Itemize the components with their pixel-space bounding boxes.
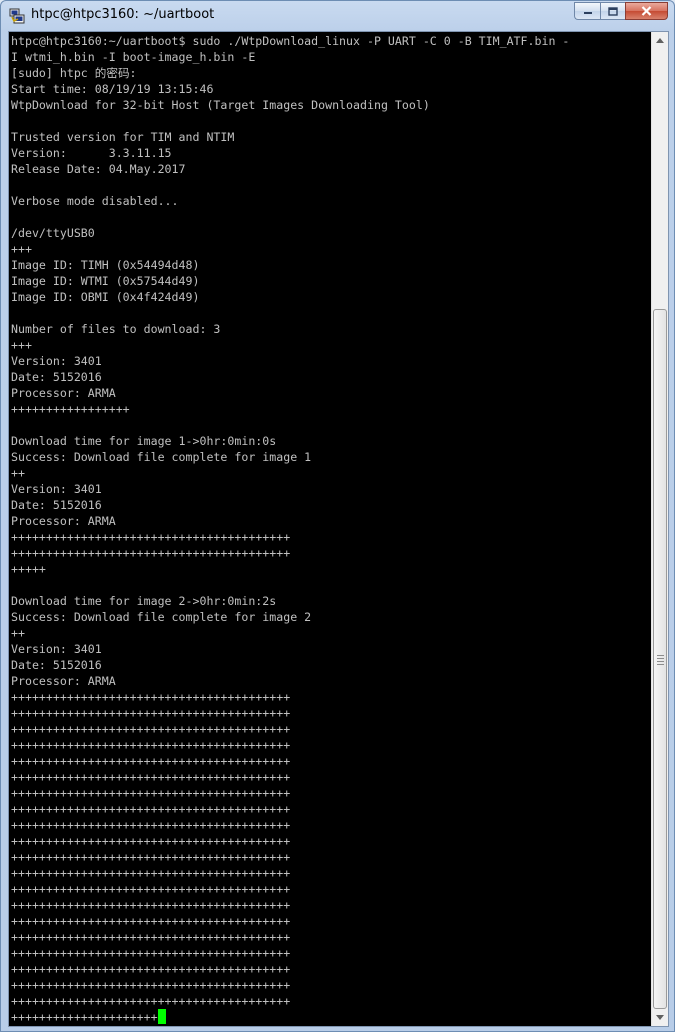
terminal-line: Date: 5152016 — [11, 498, 102, 512]
terminal-line: I wtmi_h.bin -I boot-image_h.bin -E — [11, 50, 256, 64]
grip-icon — [657, 655, 664, 667]
arrow-down-icon — [656, 1015, 664, 1020]
scroll-down-button[interactable] — [652, 1009, 668, 1026]
terminal-line: ++++++++++++++++++++++++++++++++++++++++ — [11, 722, 291, 736]
terminal-line: ++++++++++++++++++++++++++++++++++++++++ — [11, 786, 291, 800]
scroll-up-button[interactable] — [652, 32, 668, 49]
terminal-line: Image ID: TIMH (0x54494d48) — [11, 258, 200, 272]
terminal-line: ++++++++++++++++++++++++++++++++++++++++ — [11, 530, 291, 544]
terminal-line: ++++++++++++++++++++++++++++++++++++++++ — [11, 770, 291, 784]
terminal-line: Version: 3.3.11.15 — [11, 146, 172, 160]
terminal-line: ++++++++++++++++++++++++++++++++++++++++ — [11, 898, 291, 912]
terminal-line: ++ — [11, 626, 25, 640]
terminal-line: ++++++++++++++++++++++++++++++++++++++++ — [11, 690, 291, 704]
terminal-line: ++++++++++++++++++++++++++++++++++++++++ — [11, 978, 291, 992]
terminal-line: +++++ — [11, 562, 46, 576]
terminal-line: Version: 3401 — [11, 354, 102, 368]
terminal-line: Processor: ARMA — [11, 386, 116, 400]
terminal-window: htpc@htpc3160: ~/uartboot htpc@htpc3160:… — [0, 0, 675, 1032]
terminal-frame: htpc@htpc3160:~/uartboot$ sudo ./WtpDown… — [8, 31, 669, 1027]
terminal-line: Date: 5152016 — [11, 658, 102, 672]
terminal-line: ++++++++++++++++++++++++++++++++++++++++ — [11, 962, 291, 976]
caption-buttons — [574, 2, 668, 21]
window-title: htpc@htpc3160: ~/uartboot — [31, 7, 215, 22]
terminal-line: ++++++++++++++++++++++++++++++++++++++++ — [11, 994, 291, 1008]
terminal-line: [sudo] htpc 的密码: — [11, 66, 137, 80]
close-button[interactable] — [625, 2, 668, 20]
vertical-scrollbar[interactable] — [651, 32, 668, 1026]
terminal-line: Success: Download file complete for imag… — [11, 450, 312, 464]
title-bar[interactable]: htpc@htpc3160: ~/uartboot — [1, 1, 674, 31]
arrow-up-icon — [656, 38, 664, 43]
terminal-line: Image ID: WTMI (0x57544d49) — [11, 274, 200, 288]
terminal-line: ++++++++++++++++++++++++++++++++++++++++ — [11, 546, 291, 560]
terminal-line: ++++++++++++++++++++++++++++++++++++++++ — [11, 866, 291, 880]
terminal-line: Verbose mode disabled... — [11, 194, 179, 208]
terminal-line: Download time for image 2->0hr:0min:2s — [11, 594, 277, 608]
terminal-line: Download time for image 1->0hr:0min:0s — [11, 434, 277, 448]
terminal-line: +++++++++++++++++ — [11, 402, 130, 416]
terminal-line: ++++++++++++++++++++++++++++++++++++++++ — [11, 850, 291, 864]
terminal-line: Processor: ARMA — [11, 674, 116, 688]
close-icon — [641, 6, 652, 16]
terminal-line: +++ — [11, 338, 32, 352]
terminal-line: htpc@htpc3160:~/uartboot$ sudo ./WtpDown… — [11, 34, 570, 48]
terminal-line: ++++++++++++++++++++++++++++++++++++++++ — [11, 930, 291, 944]
terminal-line: Version: 3401 — [11, 642, 102, 656]
terminal-line: ++++++++++++++++++++++++++++++++++++++++ — [11, 914, 291, 928]
terminal-line: /dev/ttyUSB0 — [11, 226, 95, 240]
terminal-line: Date: 5152016 — [11, 370, 102, 384]
terminal-line: Number of files to download: 3 — [11, 322, 221, 336]
terminal-line: ++++++++++++++++++++++++++++++++++++++++ — [11, 738, 291, 752]
terminal-output[interactable]: htpc@htpc3160:~/uartboot$ sudo ./WtpDown… — [10, 32, 651, 1026]
terminal-line: ++++++++++++++++++++++++++++++++++++++++ — [11, 946, 291, 960]
terminal-line: Success: Download file complete for imag… — [11, 610, 312, 624]
maximize-button[interactable] — [600, 2, 625, 20]
terminal-line: Start time: 08/19/19 13:15:46 — [11, 82, 214, 96]
cursor — [157, 1009, 166, 1024]
terminal-line: ++++++++++++++++++++++++++++++++++++++++ — [11, 882, 291, 896]
terminal-line: ++++++++++++++++++++++++++++++++++++++++ — [11, 706, 291, 720]
terminal-line: ++++++++++++++++++++++++++++++++++++++++ — [11, 834, 291, 848]
terminal-line: ++++++++++++++++++++++++++++++++++++++++ — [11, 818, 291, 832]
maximize-icon — [608, 6, 618, 16]
terminal-line: +++ — [11, 242, 32, 256]
putty-icon[interactable] — [9, 8, 25, 24]
terminal-line: +++++++++++++++++++++ — [11, 1009, 166, 1025]
terminal-line: ++++++++++++++++++++++++++++++++++++++++ — [11, 802, 291, 816]
terminal-line: Processor: ARMA — [11, 514, 116, 528]
terminal-line: ++++++++++++++++++++++++++++++++++++++++ — [11, 754, 291, 768]
minimize-icon — [583, 12, 592, 14]
terminal-line: Release Date: 04.May.2017 — [11, 162, 186, 176]
terminal-line: ++ — [11, 466, 25, 480]
terminal-line: Trusted version for TIM and NTIM — [11, 130, 235, 144]
terminal-line: Image ID: OBMI (0x4f424d49) — [11, 290, 200, 304]
minimize-button[interactable] — [574, 2, 600, 20]
terminal-line: WtpDownload for 32-bit Host (Target Imag… — [11, 98, 430, 112]
terminal-line: Version: 3401 — [11, 482, 102, 496]
scroll-thumb[interactable] — [653, 309, 667, 1009]
